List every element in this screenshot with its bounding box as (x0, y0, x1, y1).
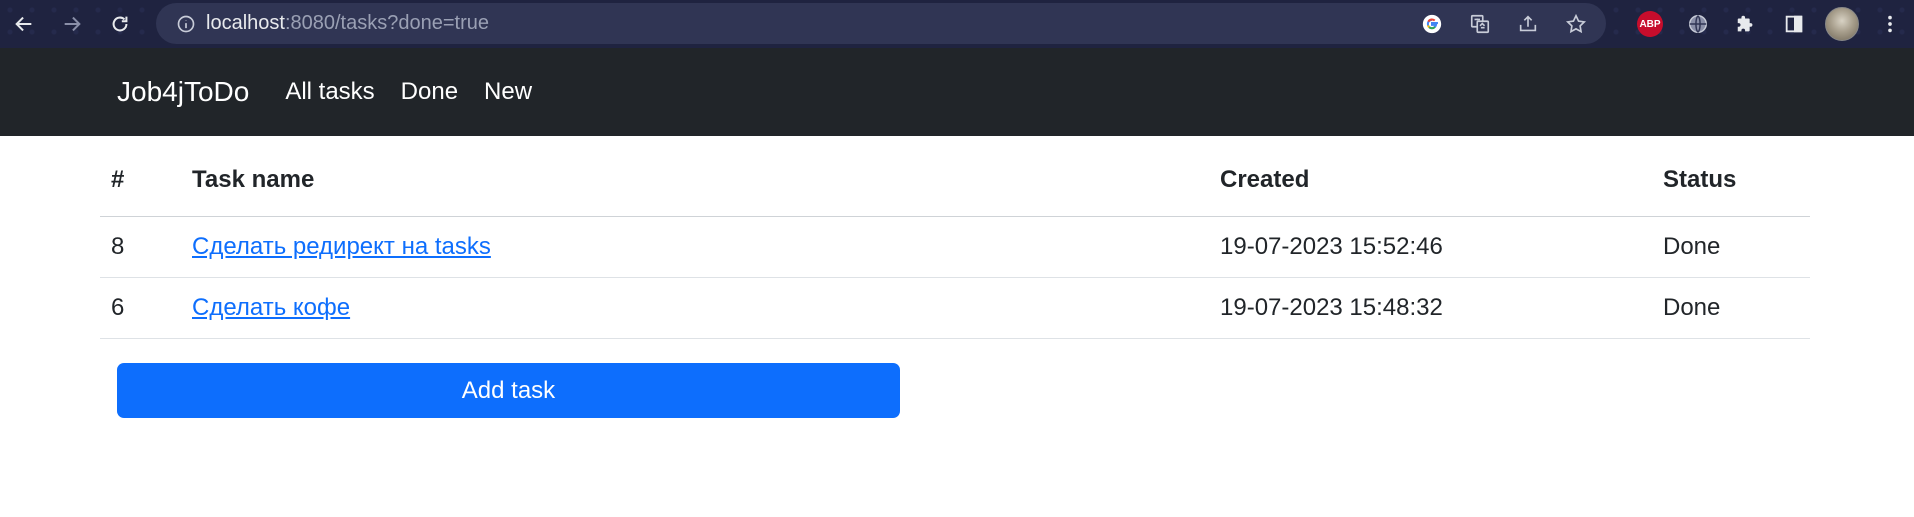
menu-icon[interactable] (1866, 0, 1914, 48)
extensions-icon[interactable] (1722, 0, 1770, 48)
task-status: Done (1652, 277, 1810, 339)
url-path: :8080/tasks?done=true (284, 12, 489, 34)
adblock-label: ABP (1637, 11, 1663, 37)
task-created: 19-07-2023 15:52:46 (1209, 216, 1652, 278)
main-content: # Task name Created Status 8 Сделать ред… (0, 136, 1914, 339)
task-link[interactable]: Сделать кофе (192, 294, 350, 321)
info-icon[interactable] (166, 14, 206, 34)
header-task-name: Task name (181, 136, 1209, 217)
share-icon[interactable] (1504, 3, 1552, 44)
sidepanel-icon[interactable] (1770, 0, 1818, 48)
add-task-button[interactable]: Add task (117, 363, 900, 418)
tasks-table: # Task name Created Status 8 Сделать ред… (100, 136, 1810, 339)
nav-link-new[interactable]: New (484, 78, 532, 106)
task-name-cell: Сделать редирект на tasks (181, 216, 1209, 278)
url-text[interactable]: localhost:8080/tasks?done=true (206, 12, 489, 35)
task-created: 19-07-2023 15:48:32 (1209, 277, 1652, 339)
url-host: localhost (206, 12, 285, 34)
app-navbar: Job4jToDo All tasks Done New (0, 48, 1914, 136)
task-link[interactable]: Сделать редирект на tasks (192, 233, 491, 260)
task-id: 6 (100, 277, 181, 339)
task-status: Done (1652, 216, 1810, 278)
nav-link-all-tasks[interactable]: All tasks (285, 78, 374, 106)
header-status: Status (1652, 136, 1810, 217)
google-icon[interactable] (1408, 3, 1456, 44)
task-id: 8 (100, 216, 181, 278)
back-icon[interactable] (0, 0, 48, 48)
adblock-icon[interactable]: ABP (1626, 0, 1674, 48)
avatar (1825, 7, 1859, 41)
globe-icon[interactable] (1674, 0, 1722, 48)
star-icon[interactable] (1552, 3, 1600, 44)
nav-link-done[interactable]: Done (401, 78, 458, 106)
address-bar[interactable]: localhost:8080/tasks?done=true (156, 3, 1606, 44)
table-header-row: # Task name Created Status (100, 136, 1810, 217)
header-created: Created (1209, 136, 1652, 217)
header-number: # (100, 136, 181, 217)
task-name-cell: Сделать кофе (181, 277, 1209, 339)
table-row: 8 Сделать редирект на tasks 19-07-2023 1… (100, 216, 1810, 278)
profile-avatar[interactable] (1818, 0, 1866, 48)
reload-icon[interactable] (96, 0, 144, 48)
brand-logo[interactable]: Job4jToDo (117, 76, 249, 108)
forward-icon[interactable] (48, 0, 96, 48)
translate-icon[interactable] (1456, 3, 1504, 44)
browser-toolbar: localhost:8080/tasks?done=true ABP (0, 0, 1914, 48)
table-row: 6 Сделать кофе 19-07-2023 15:48:32 Done (100, 277, 1810, 339)
